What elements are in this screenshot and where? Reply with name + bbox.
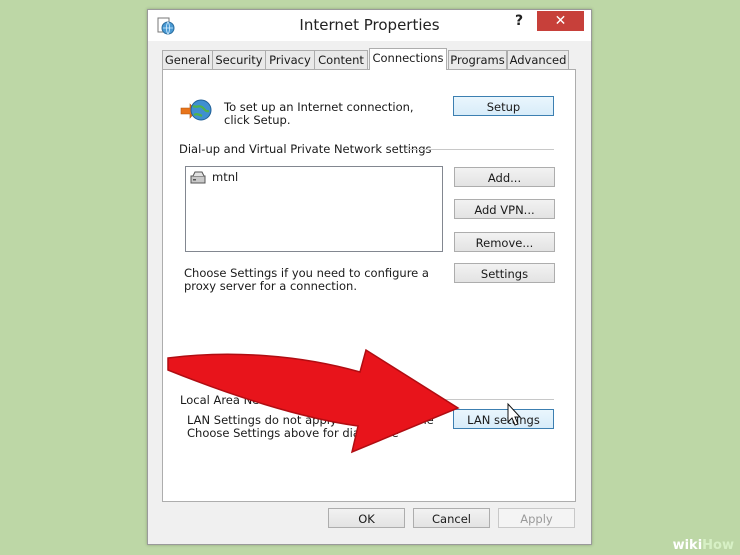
settings-button[interactable]: Settings xyxy=(454,263,555,283)
setup-description: To set up an Internet connection, click … xyxy=(224,100,414,127)
tab-content[interactable]: Content xyxy=(314,50,368,69)
ok-button[interactable]: OK xyxy=(328,508,405,528)
tab-programs[interactable]: Programs xyxy=(448,50,507,69)
connections-pane: To set up an Internet connection, click … xyxy=(162,69,576,502)
apply-button: Apply xyxy=(498,508,575,528)
tab-general[interactable]: General xyxy=(162,50,213,69)
cancel-button[interactable]: Cancel xyxy=(413,508,490,528)
proxy-description: Choose Settings if you need to configure… xyxy=(184,266,429,293)
title-bar: Internet Properties ? ✕ xyxy=(148,10,591,41)
watermark-part1: wiki xyxy=(672,538,703,553)
dialup-modem-icon xyxy=(190,171,206,184)
tab-security[interactable]: Security xyxy=(212,50,266,69)
tab-advanced[interactable]: Advanced xyxy=(507,50,569,69)
internet-properties-dialog: Internet Properties ? ✕ General Security… xyxy=(147,9,592,545)
connection-item-mtnl[interactable]: mtnl xyxy=(212,171,238,184)
wikihow-watermark: wikiHow xyxy=(673,538,734,553)
remove-button[interactable]: Remove... xyxy=(454,232,555,252)
lan-description-line2: Choose Settings above for dial-up se xyxy=(187,426,399,440)
help-button[interactable]: ? xyxy=(515,13,523,29)
watermark-part2: How xyxy=(702,538,734,553)
setup-button[interactable]: Setup xyxy=(453,96,554,116)
lan-group-label: Local Area Network (LAN) settings xyxy=(180,393,377,407)
add-button[interactable]: Add... xyxy=(454,167,555,187)
lan-settings-button[interactable]: LAN settings xyxy=(453,409,554,429)
add-vpn-button[interactable]: Add VPN... xyxy=(454,199,555,219)
dialup-vpn-group-label: Dial-up and Virtual Private Network sett… xyxy=(179,142,432,156)
network-globe-arrow-icon xyxy=(180,99,212,121)
tab-privacy[interactable]: Privacy xyxy=(265,50,315,69)
tab-connections[interactable]: Connections xyxy=(369,48,447,70)
group-divider xyxy=(406,149,554,150)
connections-listbox[interactable]: mtnl xyxy=(185,166,443,252)
close-button[interactable]: ✕ xyxy=(537,11,584,31)
window-title: Internet Properties xyxy=(299,16,440,34)
group-divider xyxy=(375,399,554,400)
